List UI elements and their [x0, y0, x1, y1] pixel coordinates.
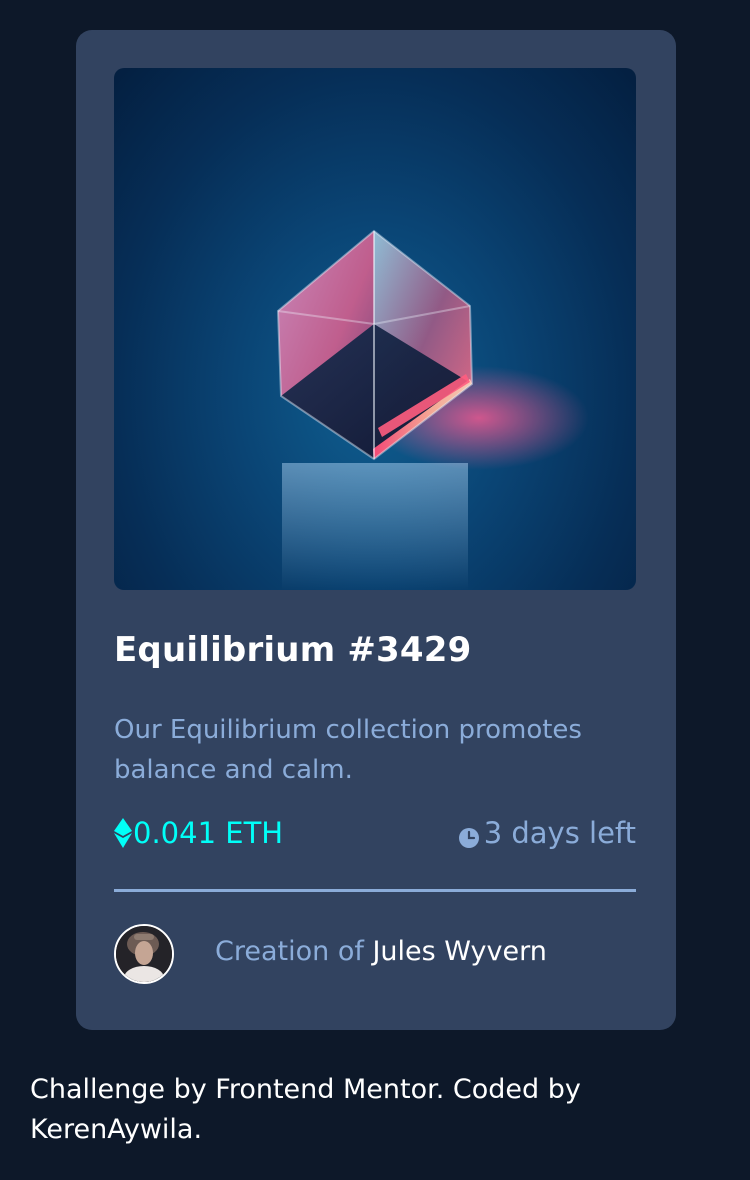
divider — [114, 889, 636, 892]
creator-line: Creation of Jules Wyvern — [215, 936, 547, 967]
nft-card: Equilibrium #3429 Our Equilibrium collec… — [76, 30, 676, 1030]
nft-description: Our Equilibrium collection promotes bala… — [114, 715, 582, 785]
ethereum-icon — [114, 818, 132, 848]
time-left-row: 3 days left — [458, 816, 636, 850]
price-row: 0.041 ETH — [114, 816, 283, 850]
avatar — [114, 924, 174, 984]
creator-name[interactable]: Jules Wyvern — [372, 936, 546, 967]
time-left-value: 3 days left — [483, 816, 636, 850]
price-value: 0.041 ETH — [133, 816, 284, 850]
nft-image[interactable] — [114, 68, 636, 590]
creator-prefix: Creation of — [215, 936, 364, 967]
footer-attribution: Challenge by Frontend Mentor. Coded by K… — [30, 1074, 581, 1145]
crystal-cube-illustration — [276, 229, 589, 590]
clock-icon — [458, 822, 480, 848]
nft-title[interactable]: Equilibrium #3429 — [114, 630, 471, 670]
